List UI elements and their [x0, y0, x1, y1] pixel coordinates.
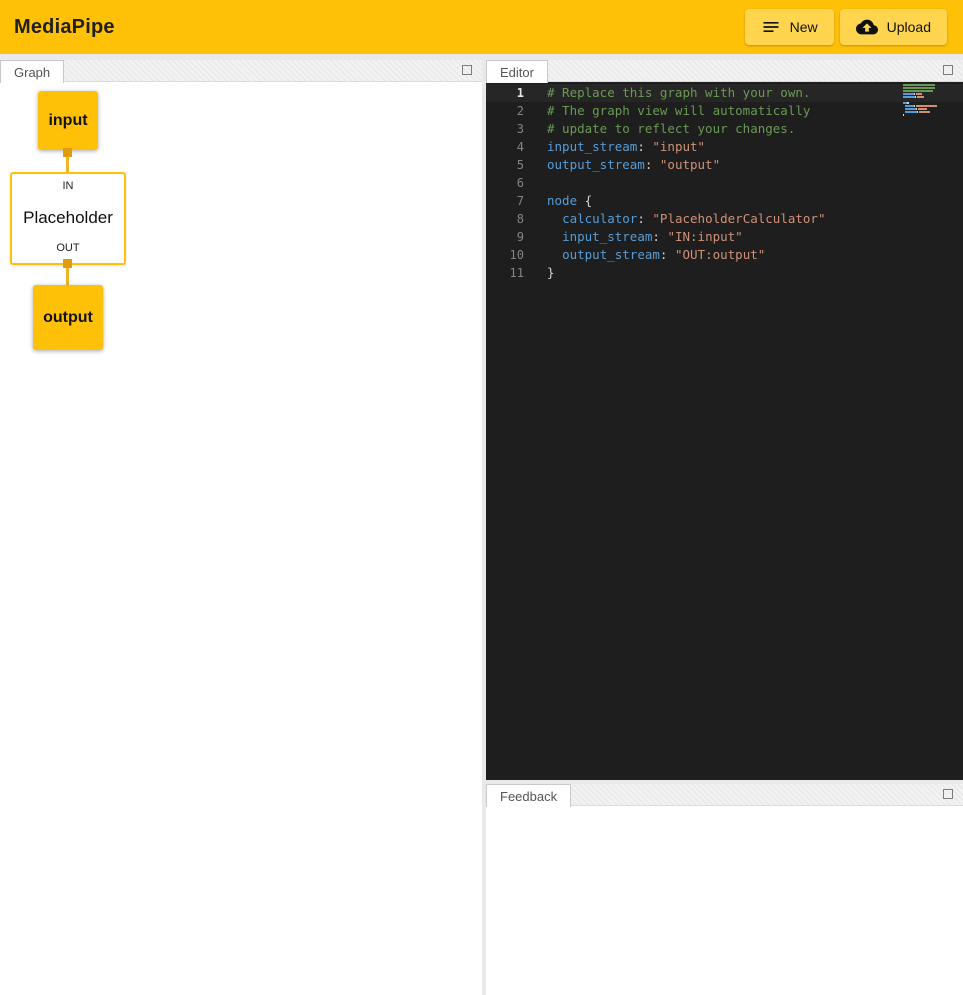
- code-editor[interactable]: 1 # Replace this graph with your own. 2 # T…: [486, 82, 963, 780]
- upload-button-label: Upload: [887, 19, 931, 35]
- minimap-line: [903, 90, 943, 92]
- upload-button[interactable]: Upload: [840, 9, 947, 45]
- code-line: 6: [486, 174, 963, 192]
- graph-node-placeholder[interactable]: IN Placeholder OUT: [10, 172, 126, 265]
- line-number: 5: [486, 156, 524, 174]
- minimap[interactable]: [903, 84, 943, 117]
- code-text: # Replace this graph with your own.: [547, 84, 810, 102]
- feedback-panel-header: Feedback: [486, 784, 963, 806]
- code-text: input_stream: "IN:input": [547, 228, 743, 246]
- code-line: 2 # The graph view will automatically: [486, 102, 963, 120]
- graph-panel-header: Graph: [0, 60, 482, 82]
- graph-node-input[interactable]: input: [38, 91, 98, 150]
- notes-icon: [761, 17, 781, 37]
- code-text: }: [547, 264, 555, 282]
- line-number: 9: [486, 228, 524, 246]
- code-line: 3 # update to reflect your changes.: [486, 120, 963, 138]
- code-line: 5 output_stream: "output": [486, 156, 963, 174]
- graph-canvas[interactable]: input IN Placeholder OUT output: [0, 82, 482, 995]
- input-stream-port-icon: [63, 148, 72, 157]
- placeholder-node-title: Placeholder: [23, 209, 113, 226]
- code-line: 7 node {: [486, 192, 963, 210]
- app-header: MediaPipe New Upload: [0, 0, 963, 54]
- mediapipe-visualizer: MediaPipe New Upload: [0, 0, 963, 995]
- minimap-line: [903, 96, 943, 98]
- new-button-label: New: [790, 19, 818, 35]
- graph-panel: Graph input IN Placeholder OUT o: [0, 60, 482, 995]
- line-number: 1: [486, 84, 524, 102]
- editor-maximize-icon[interactable]: [943, 65, 953, 75]
- line-number: 6: [486, 174, 524, 192]
- line-number: 3: [486, 120, 524, 138]
- minimap-line: [903, 111, 943, 113]
- tab-feedback-label: Feedback: [500, 789, 557, 804]
- placeholder-in-port-label: IN: [63, 181, 74, 192]
- line-number: 7: [486, 192, 524, 210]
- code-line: 10 output_stream: "OUT:output": [486, 246, 963, 264]
- code-text: # update to reflect your changes.: [547, 120, 795, 138]
- code-line: 4 input_stream: "input": [486, 138, 963, 156]
- code-text: # The graph view will automatically: [547, 102, 810, 120]
- minimap-line: [903, 108, 943, 110]
- placeholder-out-port-label: OUT: [56, 243, 79, 254]
- graph-node-output-label: output: [43, 309, 93, 327]
- tab-graph-label: Graph: [14, 65, 50, 80]
- app-title: MediaPipe: [14, 16, 115, 39]
- feedback-maximize-icon[interactable]: [943, 789, 953, 799]
- minimap-line: [903, 84, 943, 86]
- code-line: 11}: [486, 264, 963, 282]
- tab-feedback[interactable]: Feedback: [486, 784, 571, 807]
- minimap-line: [903, 99, 943, 101]
- line-number: 10: [486, 246, 524, 264]
- graph-node-output[interactable]: output: [33, 285, 103, 350]
- code-line: 9 input_stream: "IN:input": [486, 228, 963, 246]
- line-number: 2: [486, 102, 524, 120]
- tab-graph[interactable]: Graph: [0, 60, 64, 83]
- graph-maximize-icon[interactable]: [462, 65, 472, 75]
- line-number: 8: [486, 210, 524, 228]
- tab-editor[interactable]: Editor: [486, 60, 548, 83]
- minimap-line: [903, 93, 943, 95]
- feedback-content: [486, 806, 963, 995]
- output-stream-port-icon: [63, 259, 72, 268]
- feedback-panel: Feedback: [486, 784, 963, 995]
- code-line: 8 calculator: "PlaceholderCalculator": [486, 210, 963, 228]
- code-text: output_stream: "OUT:output": [547, 246, 765, 264]
- minimap-line: [903, 105, 943, 107]
- code-text: calculator: "PlaceholderCalculator": [547, 210, 825, 228]
- cloud-upload-icon: [856, 16, 878, 38]
- line-number: 11: [486, 264, 524, 282]
- workspace: Graph input IN Placeholder OUT o: [0, 54, 963, 995]
- new-button[interactable]: New: [745, 9, 834, 45]
- graph-node-input-label: input: [48, 112, 87, 130]
- code-text: node {: [547, 192, 592, 210]
- line-number: 4: [486, 138, 524, 156]
- tab-editor-label: Editor: [500, 65, 534, 80]
- code-line: 1 # Replace this graph with your own.: [486, 84, 963, 102]
- editor-panel-header: Editor: [486, 60, 963, 82]
- code-lines[interactable]: 1 # Replace this graph with your own. 2 # T…: [486, 82, 963, 780]
- header-actions: New Upload: [745, 9, 949, 45]
- editor-panel: Editor 1 # Replace this graph with your o…: [486, 60, 963, 780]
- code-text: input_stream: "input": [547, 138, 705, 156]
- code-text: output_stream: "output": [547, 156, 720, 174]
- minimap-line: [903, 102, 943, 104]
- minimap-line: [903, 87, 943, 89]
- minimap-line: [903, 114, 943, 116]
